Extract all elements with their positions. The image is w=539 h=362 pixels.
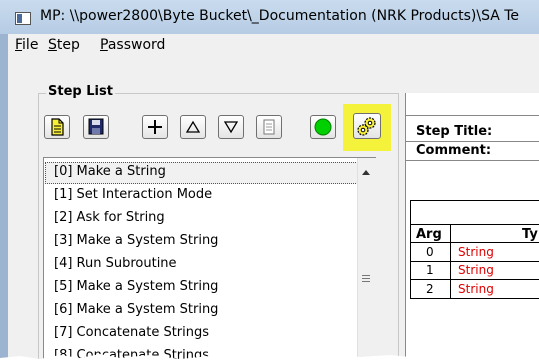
green-circle-icon <box>314 118 332 136</box>
divider <box>410 298 539 299</box>
arg-cell: 2 <box>426 282 434 296</box>
step-title-label: Step Title: <box>416 124 493 139</box>
scroll-thumb-grip-icon[interactable] <box>362 275 370 284</box>
type-cell: String <box>458 263 494 277</box>
divider <box>410 224 539 225</box>
settings-button[interactable] <box>353 113 381 139</box>
divider <box>410 200 539 201</box>
gears-icon <box>357 117 376 136</box>
divider <box>410 279 539 280</box>
divider <box>410 200 411 298</box>
torn-edge <box>0 354 539 362</box>
divider <box>450 224 451 298</box>
column-header-type: Ty <box>522 227 538 242</box>
arg-cell: 0 <box>426 245 434 259</box>
args-table: Arg Ty 0 String 1 String 2 String <box>410 200 539 310</box>
list-item[interactable]: [5] Make a System String <box>54 279 218 294</box>
add-step-button[interactable] <box>142 115 168 139</box>
list-item[interactable]: [1] Set Interaction Mode <box>54 187 212 202</box>
arg-cell: 1 <box>426 263 434 277</box>
app-icon <box>15 12 31 25</box>
move-down-button[interactable] <box>218 115 244 139</box>
comment-label: Comment: <box>416 143 492 158</box>
menu-password[interactable]: Password <box>100 37 165 53</box>
window-title: MP: \\power2800\Byte Bucket\_Documentati… <box>40 8 520 24</box>
divider <box>410 261 539 262</box>
triangle-up-icon <box>185 120 201 133</box>
title-bar: MP: \\power2800\Byte Bucket\_Documentati… <box>0 0 539 34</box>
list-item[interactable]: [0] Make a String <box>54 164 166 179</box>
move-up-button[interactable] <box>180 115 206 139</box>
properties-button[interactable] <box>256 115 282 139</box>
save-step-button[interactable] <box>83 115 109 139</box>
list-icon <box>263 119 275 135</box>
step-list-title: Step List <box>46 84 115 99</box>
column-header-arg: Arg <box>416 227 442 242</box>
triangle-down-icon <box>223 121 239 134</box>
list-item[interactable]: [2] Ask for String <box>54 210 165 225</box>
plus-icon <box>148 120 162 134</box>
run-button[interactable] <box>310 115 336 139</box>
divider <box>406 160 539 161</box>
list-item[interactable]: [7] Concatenate Strings <box>54 325 209 340</box>
divider <box>406 115 539 116</box>
new-step-button[interactable] <box>44 115 70 139</box>
step-listbox[interactable]: [0] Make a String [1] Set Interaction Mo… <box>43 157 376 362</box>
divider <box>410 242 539 243</box>
step-details-panel: Step Title: Comment: Arg Ty 0 String 1 S… <box>405 93 539 362</box>
type-cell: String <box>458 245 494 259</box>
menu-file[interactable]: File <box>15 37 38 53</box>
menu-step[interactable]: Step <box>48 37 80 53</box>
list-item[interactable]: [6] Make a System String <box>54 302 218 317</box>
vertical-scrollbar[interactable] <box>357 158 376 362</box>
list-item[interactable]: [3] Make a System String <box>54 233 218 248</box>
menu-bar: File Step Password <box>8 34 539 58</box>
divider <box>406 141 539 142</box>
document-icon <box>51 118 64 136</box>
list-item[interactable]: [4] Run Subroutine <box>54 256 177 271</box>
type-cell: String <box>458 282 494 296</box>
scroll-up-arrow-icon[interactable] <box>362 170 370 175</box>
floppy-disk-icon <box>88 118 104 135</box>
